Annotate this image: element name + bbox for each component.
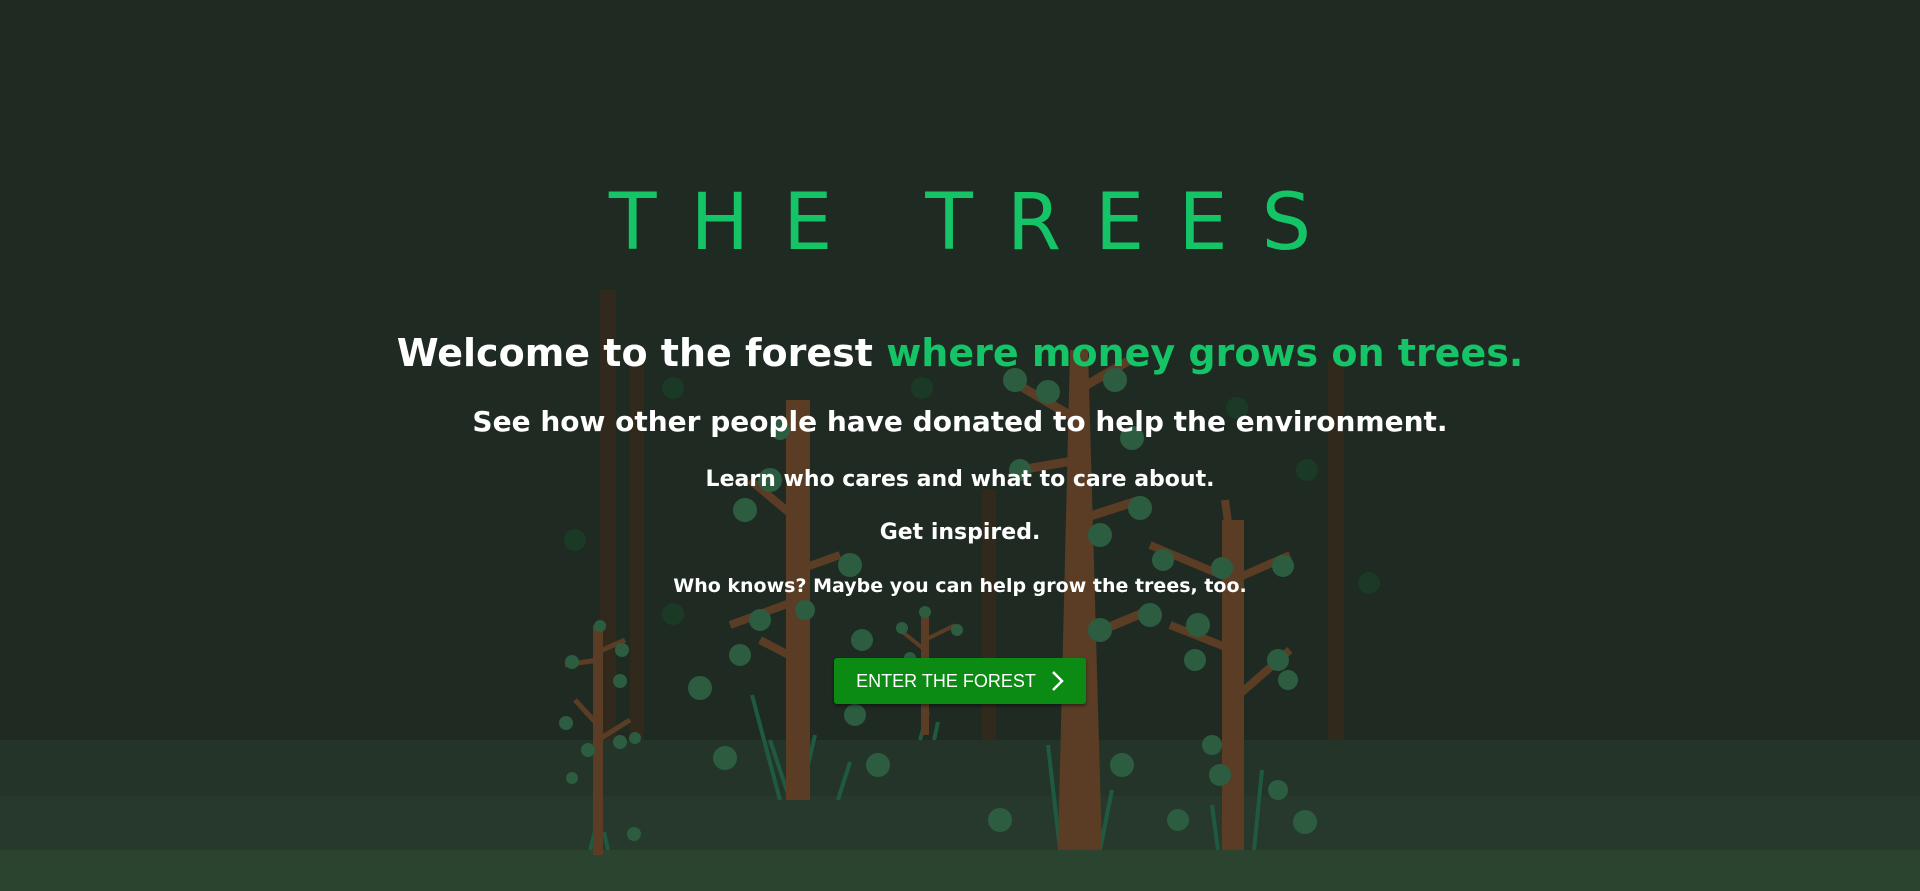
enter-forest-button[interactable]: ENTER THE FOREST	[834, 658, 1086, 704]
tagline-learn: Learn who cares and what to care about.	[705, 467, 1215, 492]
tagline-donations: See how other people have donated to hel…	[472, 405, 1448, 438]
hero-section: THE TREES Welcome to the forest where mo…	[0, 0, 1920, 891]
chevron-right-icon	[1051, 671, 1064, 691]
site-title: THE TREES	[608, 178, 1346, 268]
enter-forest-label: ENTER THE FOREST	[856, 670, 1036, 691]
headline: Welcome to the forest where money grows …	[0, 328, 1920, 378]
headline-accent: where money grows on trees.	[886, 331, 1524, 375]
tagline-inspired: Get inspired.	[879, 520, 1041, 545]
tagline-help: Who knows? Maybe you can help grow the t…	[673, 575, 1247, 597]
headline-start: Welcome to the forest	[396, 331, 873, 375]
